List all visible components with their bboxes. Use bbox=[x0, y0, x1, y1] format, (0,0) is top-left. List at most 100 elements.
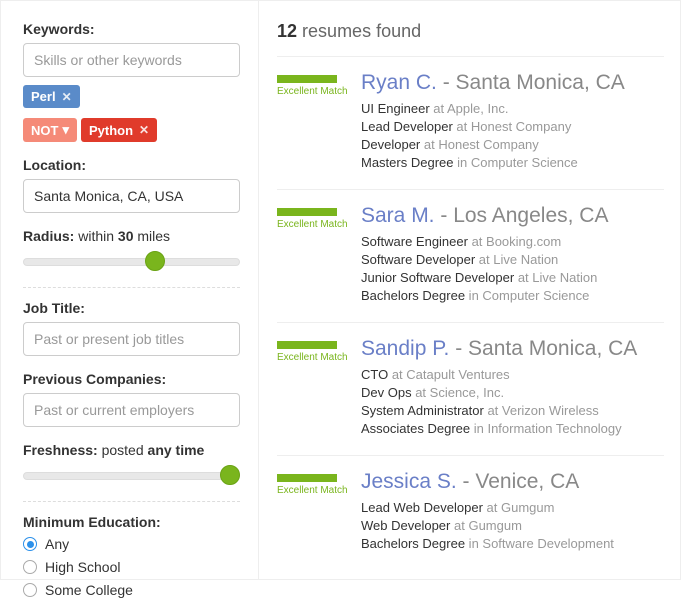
freshness-label: Freshness: bbox=[23, 442, 98, 458]
freshness-group: Freshness: posted any time bbox=[23, 442, 240, 486]
result-title: Jessica S. - Venice, CA bbox=[361, 470, 664, 494]
candidate-location: Venice, CA bbox=[475, 470, 579, 493]
match-indicator: Excellent Match bbox=[277, 204, 361, 306]
result-line: Bachelors Degree in Computer Science bbox=[361, 288, 664, 303]
slider-track bbox=[23, 472, 240, 480]
result-line: Dev Ops at Science, Inc. bbox=[361, 385, 664, 400]
radius-group: Radius: within 30 miles bbox=[23, 228, 240, 272]
result-lines: Software Engineer at Booking.com Softwar… bbox=[361, 234, 664, 303]
keywords-group: Keywords: Perl ✕ NOT ▾ Python ✕ bbox=[23, 21, 240, 142]
jobtitle-label: Job Title: bbox=[23, 300, 240, 316]
chevron-down-icon: ▾ bbox=[62, 122, 69, 138]
jobtitle-input[interactable] bbox=[23, 322, 240, 356]
divider bbox=[23, 287, 240, 288]
match-indicator: Excellent Match bbox=[277, 337, 361, 439]
tag-label: Python bbox=[89, 123, 133, 138]
result-line: CTO at Catapult Ventures bbox=[361, 367, 664, 382]
match-bar bbox=[277, 208, 337, 216]
prevco-label: Previous Companies: bbox=[23, 371, 240, 387]
result-line: UI Engineer at Apple, Inc. bbox=[361, 101, 664, 116]
slider-track bbox=[23, 258, 240, 266]
match-indicator: Excellent Match bbox=[277, 470, 361, 554]
radio-label: Any bbox=[45, 536, 69, 552]
result-line: Associates Degree in Information Technol… bbox=[361, 421, 664, 436]
candidate-name[interactable]: Sara M. bbox=[361, 204, 435, 227]
candidate-name[interactable]: Ryan C. bbox=[361, 71, 437, 94]
radio-any[interactable]: Any bbox=[23, 536, 240, 552]
tag-not-operator[interactable]: NOT ▾ bbox=[23, 118, 77, 142]
tag-perl[interactable]: Perl ✕ bbox=[23, 85, 80, 108]
match-bar bbox=[277, 75, 337, 83]
prevco-input[interactable] bbox=[23, 393, 240, 427]
result-lines: Lead Web Developer at Gumgum Web Develop… bbox=[361, 500, 664, 551]
candidate-location: Santa Monica, CA bbox=[468, 337, 637, 360]
radio-label: Some College bbox=[45, 582, 133, 598]
result-title: Ryan C. - Santa Monica, CA bbox=[361, 71, 664, 95]
result-title: Sandip P. - Santa Monica, CA bbox=[361, 337, 664, 361]
slider-thumb[interactable] bbox=[145, 251, 165, 271]
result-line: Software Developer at Live Nation bbox=[361, 252, 664, 267]
tag-label: NOT bbox=[31, 123, 58, 138]
jobtitle-group: Job Title: bbox=[23, 300, 240, 356]
radio-icon[interactable] bbox=[23, 583, 37, 597]
result-line: Lead Developer at Honest Company bbox=[361, 119, 664, 134]
result-line: Bachelors Degree in Software Development bbox=[361, 536, 664, 551]
location-label: Location: bbox=[23, 157, 240, 173]
results-suffix: resumes found bbox=[302, 21, 421, 41]
tag-label: Perl bbox=[31, 89, 56, 104]
freshness-value: posted any time bbox=[102, 442, 205, 458]
match-bar bbox=[277, 474, 337, 482]
match-text: Excellent Match bbox=[277, 485, 361, 496]
result-card[interactable]: Excellent Match Ryan C. - Santa Monica, … bbox=[277, 56, 664, 189]
location-input[interactable] bbox=[23, 179, 240, 213]
radius-value: within 30 miles bbox=[78, 228, 170, 244]
result-line: Web Developer at Gumgum bbox=[361, 518, 664, 533]
radius-label: Radius: bbox=[23, 228, 74, 244]
radio-icon[interactable] bbox=[23, 560, 37, 574]
match-text: Excellent Match bbox=[277, 352, 361, 363]
candidate-name[interactable]: Jessica S. bbox=[361, 470, 457, 493]
result-title: Sara M. - Los Angeles, CA bbox=[361, 204, 664, 228]
result-main: Jessica S. - Venice, CA Lead Web Develop… bbox=[361, 470, 664, 554]
result-line: Developer at Honest Company bbox=[361, 137, 664, 152]
keyword-tags: Perl ✕ NOT ▾ Python ✕ bbox=[23, 85, 240, 142]
result-main: Sandip P. - Santa Monica, CA CTO at Cata… bbox=[361, 337, 664, 439]
match-bar bbox=[277, 341, 337, 349]
candidate-name[interactable]: Sandip P. bbox=[361, 337, 449, 360]
match-text: Excellent Match bbox=[277, 219, 361, 230]
result-lines: CTO at Catapult Ventures Dev Ops at Scie… bbox=[361, 367, 664, 436]
radius-slider[interactable] bbox=[23, 250, 240, 272]
radio-somecollege[interactable]: Some College bbox=[23, 582, 240, 598]
candidate-location: Los Angeles, CA bbox=[453, 204, 608, 227]
radio-label: High School bbox=[45, 559, 121, 575]
divider bbox=[23, 501, 240, 502]
close-icon[interactable]: ✕ bbox=[139, 123, 149, 137]
result-lines: UI Engineer at Apple, Inc. Lead Develope… bbox=[361, 101, 664, 170]
slider-thumb[interactable] bbox=[220, 465, 240, 485]
result-line: Software Engineer at Booking.com bbox=[361, 234, 664, 249]
results-count: 12 bbox=[277, 21, 297, 41]
result-line: Masters Degree in Computer Science bbox=[361, 155, 664, 170]
tag-python[interactable]: Python ✕ bbox=[81, 118, 157, 142]
freshness-slider[interactable] bbox=[23, 464, 240, 486]
match-text: Excellent Match bbox=[277, 86, 361, 97]
education-group: Minimum Education: Any High School Some … bbox=[23, 514, 240, 598]
match-indicator: Excellent Match bbox=[277, 71, 361, 173]
result-card[interactable]: Excellent Match Jessica S. - Venice, CA … bbox=[277, 455, 664, 570]
result-main: Ryan C. - Santa Monica, CA UI Engineer a… bbox=[361, 71, 664, 173]
candidate-location: Santa Monica, CA bbox=[456, 71, 625, 94]
education-label: Minimum Education: bbox=[23, 514, 240, 530]
result-main: Sara M. - Los Angeles, CA Software Engin… bbox=[361, 204, 664, 306]
result-card[interactable]: Excellent Match Sara M. - Los Angeles, C… bbox=[277, 189, 664, 322]
keywords-label: Keywords: bbox=[23, 21, 240, 37]
result-line: Lead Web Developer at Gumgum bbox=[361, 500, 664, 515]
close-icon[interactable]: ✕ bbox=[62, 90, 72, 104]
radio-icon[interactable] bbox=[23, 537, 37, 551]
location-group: Location: bbox=[23, 157, 240, 213]
results-panel: 12 resumes found Excellent Match Ryan C.… bbox=[259, 1, 680, 579]
radio-highschool[interactable]: High School bbox=[23, 559, 240, 575]
result-card[interactable]: Excellent Match Sandip P. - Santa Monica… bbox=[277, 322, 664, 455]
keywords-input[interactable] bbox=[23, 43, 240, 77]
filters-sidebar: Keywords: Perl ✕ NOT ▾ Python ✕ Location… bbox=[1, 1, 259, 579]
prevco-group: Previous Companies: bbox=[23, 371, 240, 427]
